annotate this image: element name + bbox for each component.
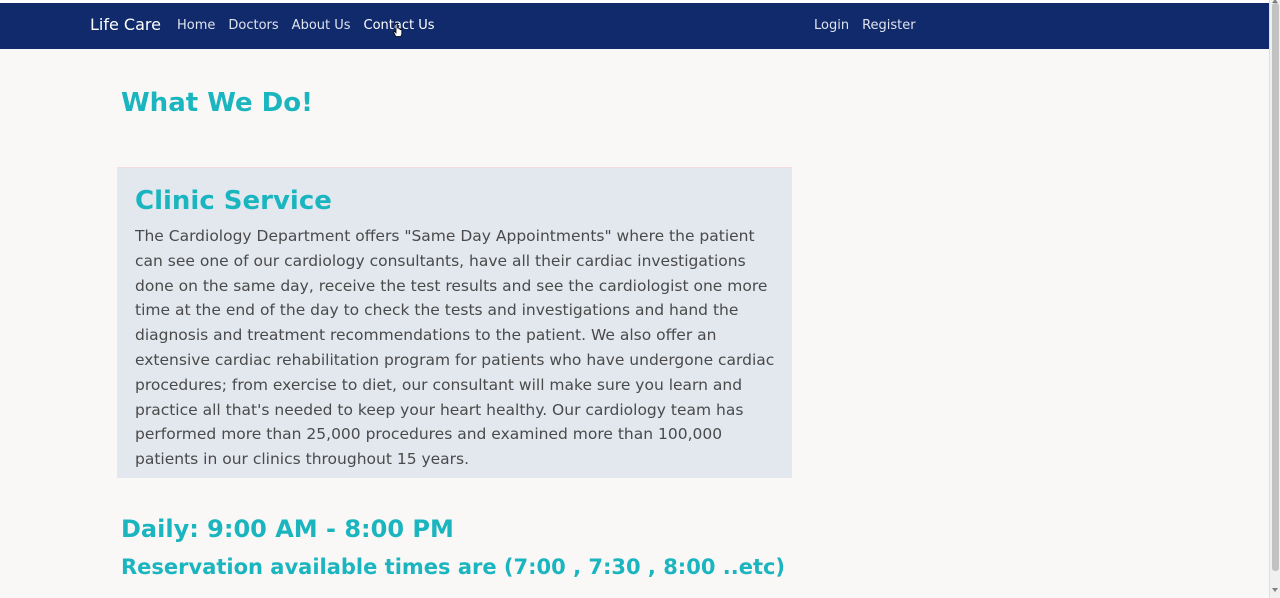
opening-hours: Daily: 9:00 AM - 8:00 PM bbox=[121, 515, 454, 543]
reservation-times: Reservation available times are (7:00 , … bbox=[121, 555, 786, 579]
brand-logo[interactable]: Life Care bbox=[90, 15, 161, 34]
service-title: Clinic Service bbox=[135, 186, 332, 216]
service-description: The Cardiology Department offers "Same D… bbox=[135, 227, 775, 469]
auth-links: Login Register bbox=[814, 18, 929, 33]
register-link[interactable]: Register bbox=[862, 18, 916, 33]
nav-about-link[interactable]: About Us bbox=[292, 18, 351, 33]
clinic-service-card: Clinic Service The Cardiology Department… bbox=[117, 167, 792, 478]
nav-home-link[interactable]: Home bbox=[177, 18, 215, 33]
page-title: What We Do! bbox=[121, 88, 313, 118]
scrollbar-thumb[interactable] bbox=[1272, 3, 1279, 571]
hand-pointer-icon bbox=[393, 23, 403, 37]
top-navbar: Life Care Home Doctors About Us Contact … bbox=[0, 3, 1269, 49]
login-link[interactable]: Login bbox=[814, 18, 849, 33]
vertical-scrollbar[interactable] bbox=[1269, 0, 1280, 598]
scroll-down-arrow-icon[interactable] bbox=[1272, 588, 1278, 592]
nav-links: Home Doctors About Us Contact Us bbox=[177, 18, 448, 33]
nav-doctors-link[interactable]: Doctors bbox=[228, 18, 278, 33]
